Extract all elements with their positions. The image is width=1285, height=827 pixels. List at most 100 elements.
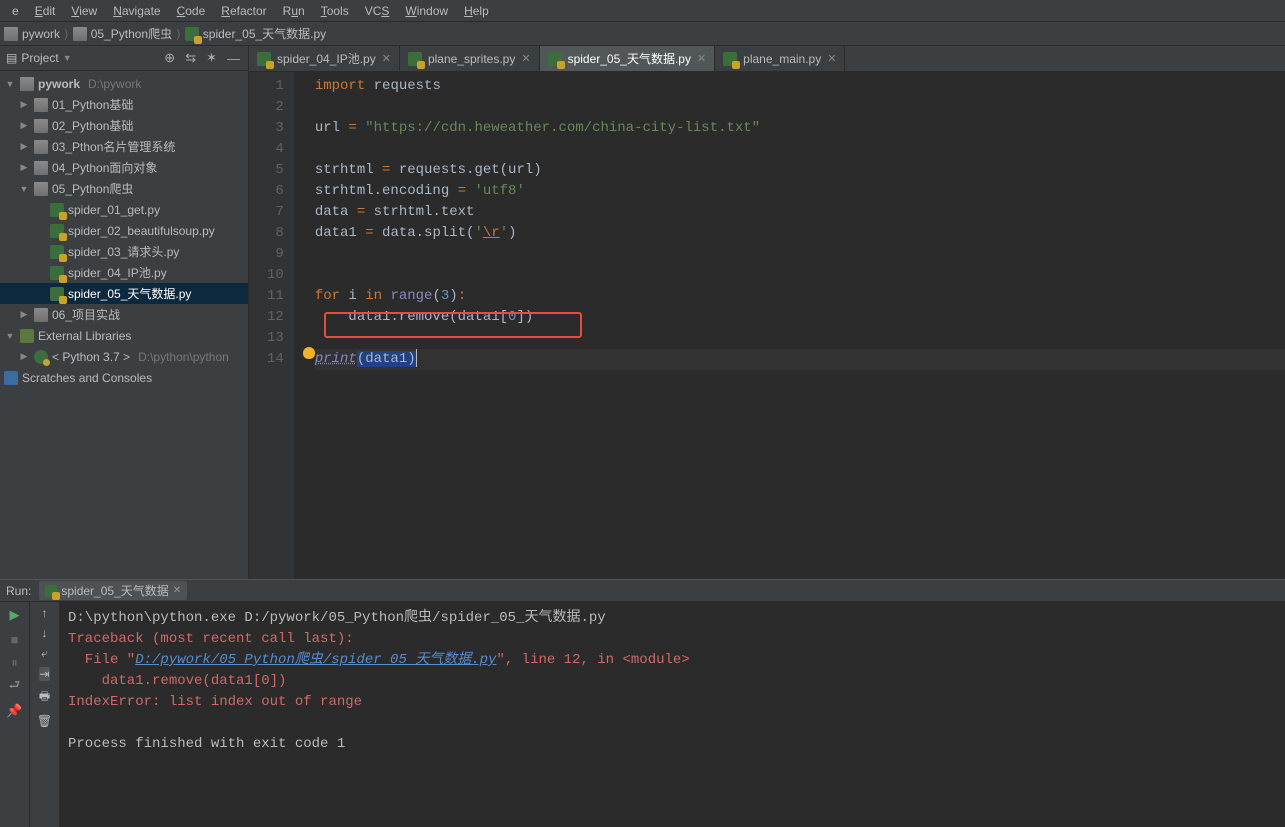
expand-arrow-icon[interactable]: ▼ [4, 79, 16, 89]
tree-file[interactable]: spider_02_beautifulsoup.py [0, 220, 248, 241]
python-icon [34, 350, 48, 364]
tree-label: < Python 3.7 > [52, 350, 130, 364]
up-icon[interactable]: ↑ [42, 606, 48, 620]
tree-folder[interactable]: ▶06_项目实战 [0, 304, 248, 325]
tree-file[interactable]: spider_04_IP池.py [0, 262, 248, 283]
python-file-icon [408, 52, 422, 66]
tree-root-path: D:\pywork [88, 77, 141, 91]
folder-icon [34, 119, 48, 133]
soft-wrap-icon[interactable]: ⤶ [41, 646, 48, 661]
python-file-icon [50, 203, 64, 217]
close-icon[interactable]: ✕ [382, 52, 391, 65]
editor-tab[interactable]: plane_main.py✕ [715, 46, 845, 71]
run-toolbar-right: ↑ ↓ ⤶ ⇥ 🖶 🗑 [30, 602, 60, 827]
tree-file[interactable]: spider_01_get.py [0, 199, 248, 220]
text-caret [416, 349, 417, 367]
editor-tab[interactable]: spider_04_IP池.py✕ [249, 46, 400, 71]
tree-folder[interactable]: ▶04_Python面向对象 [0, 157, 248, 178]
breadcrumb-file[interactable]: spider_05_天气数据.py [185, 25, 326, 42]
close-icon[interactable]: ✕ [697, 52, 706, 65]
tree-folder[interactable]: ▼05_Python爬虫 [0, 178, 248, 199]
settings-icon[interactable]: ✶ [204, 50, 219, 66]
collapse-arrow-icon[interactable]: ▶ [18, 162, 30, 173]
tree-root[interactable]: ▼ pywork D:\pywork [0, 73, 248, 94]
expand-arrow-icon[interactable]: ▼ [18, 184, 30, 194]
editor-tab[interactable]: plane_sprites.py✕ [400, 46, 540, 71]
python-file-icon [50, 224, 64, 238]
run-tab-label: spider_05_天气数据 [61, 582, 168, 599]
run-tool-window: Run: spider_05_天气数据 ✕ ▶ ■ ⏸ ⮐ 📌 ↑ ↓ ⤶ ⇥ … [0, 579, 1285, 827]
expand-arrow-icon[interactable]: ▼ [4, 331, 16, 341]
intention-bulb-icon[interactable] [303, 347, 315, 359]
console-error-msg: IndexError: list index out of range [68, 694, 362, 710]
stop-icon[interactable]: ■ [6, 630, 24, 648]
collapse-arrow-icon[interactable]: ▶ [18, 351, 30, 362]
breadcrumb-project-label: pywork [22, 27, 60, 41]
project-tool-window: ▤ Project ▼ ⊕ ⇆ ✶ — ▼ pywork D:\pywork ▶… [0, 46, 249, 579]
collapse-arrow-icon[interactable]: ▶ [18, 141, 30, 152]
rerun-icon[interactable]: ▶ [6, 606, 24, 624]
code-content[interactable]: import requests url = "https://cdn.hewea… [295, 72, 1285, 579]
menu-view[interactable]: View [63, 2, 105, 20]
menu-file[interactable]: e [4, 2, 27, 20]
close-icon[interactable]: ✕ [827, 52, 836, 65]
menu-code[interactable]: Code [169, 2, 214, 20]
expand-icon[interactable]: ⇆ [183, 50, 198, 66]
folder-icon [34, 140, 48, 154]
breadcrumb-project[interactable]: pywork [4, 27, 60, 41]
editor-tab-active[interactable]: spider_05_天气数据.py✕ [540, 46, 716, 71]
project-title: Project [21, 51, 58, 65]
console-err: ", line 12, in <module> [496, 652, 689, 668]
scroll-to-end-icon[interactable]: ⇥ [39, 667, 49, 681]
pin-icon[interactable]: 📌 [6, 702, 24, 720]
tree-folder[interactable]: ▶02_Python基础 [0, 115, 248, 136]
down-icon[interactable]: ↓ [42, 626, 48, 640]
tree-python-env[interactable]: ▶< Python 3.7 >D:\python\python [0, 346, 248, 367]
tree-file[interactable]: spider_03_请求头.py [0, 241, 248, 262]
close-icon[interactable]: ✕ [521, 52, 530, 65]
folder-icon [34, 308, 48, 322]
trash-icon[interactable]: 🗑 [37, 714, 52, 728]
tree-external-libs[interactable]: ▼External Libraries [0, 325, 248, 346]
library-icon [20, 329, 34, 343]
tree-label: spider_04_IP池.py [68, 264, 167, 281]
menu-vcs[interactable]: VCS [357, 2, 398, 20]
menu-run[interactable]: Run [275, 2, 313, 20]
menu-refactor[interactable]: Refactor [213, 2, 274, 20]
hide-icon[interactable]: — [225, 51, 242, 66]
collapse-arrow-icon[interactable]: ▶ [18, 99, 30, 110]
tree-label: spider_03_请求头.py [68, 243, 179, 260]
exit-icon[interactable]: ⮐ [6, 678, 24, 696]
print-icon[interactable]: 🖶 [39, 687, 50, 708]
console-file-link[interactable]: D:/pywork/05_Python爬虫/spider_05_天气数据.py [135, 652, 496, 668]
menu-edit[interactable]: Edit [27, 2, 64, 20]
close-icon[interactable]: ✕ [173, 585, 181, 596]
code-editor[interactable]: 1234567891011121314 import requests url … [249, 72, 1285, 579]
collapse-arrow-icon[interactable]: ▶ [18, 309, 30, 320]
breadcrumb-folder[interactable]: 05_Python爬虫 [73, 25, 172, 42]
python-file-icon [185, 27, 199, 41]
tree-file-selected[interactable]: spider_05_天气数据.py [0, 283, 248, 304]
run-console[interactable]: D:\python\python.exe D:/pywork/05_Python… [60, 602, 1285, 827]
python-file-icon [50, 245, 64, 259]
console-traceback: Traceback (most recent call last): [68, 631, 354, 647]
python-file-icon [50, 287, 64, 301]
folder-icon [34, 161, 48, 175]
menu-navigate[interactable]: Navigate [105, 2, 168, 20]
locate-icon[interactable]: ⊕ [162, 50, 177, 66]
run-tab[interactable]: spider_05_天气数据 ✕ [39, 581, 187, 600]
pause-icon[interactable]: ⏸ [6, 654, 24, 672]
menu-window[interactable]: Window [397, 2, 456, 20]
tree-folder[interactable]: ▶03_Pthon名片管理系统 [0, 136, 248, 157]
tree-scratches[interactable]: Scratches and Consoles [0, 367, 248, 388]
main-menubar: e Edit View Navigate Code Refactor Run T… [0, 0, 1285, 22]
dropdown-icon[interactable]: ▼ [63, 53, 72, 63]
menu-help[interactable]: Help [456, 2, 497, 20]
project-tree[interactable]: ▼ pywork D:\pywork ▶01_Python基础 ▶02_Pyth… [0, 71, 248, 579]
collapse-arrow-icon[interactable]: ▶ [18, 120, 30, 131]
folder-icon [4, 27, 18, 41]
folder-icon [73, 27, 87, 41]
tree-label: spider_01_get.py [68, 203, 160, 217]
tree-folder[interactable]: ▶01_Python基础 [0, 94, 248, 115]
menu-tools[interactable]: Tools [313, 2, 357, 20]
